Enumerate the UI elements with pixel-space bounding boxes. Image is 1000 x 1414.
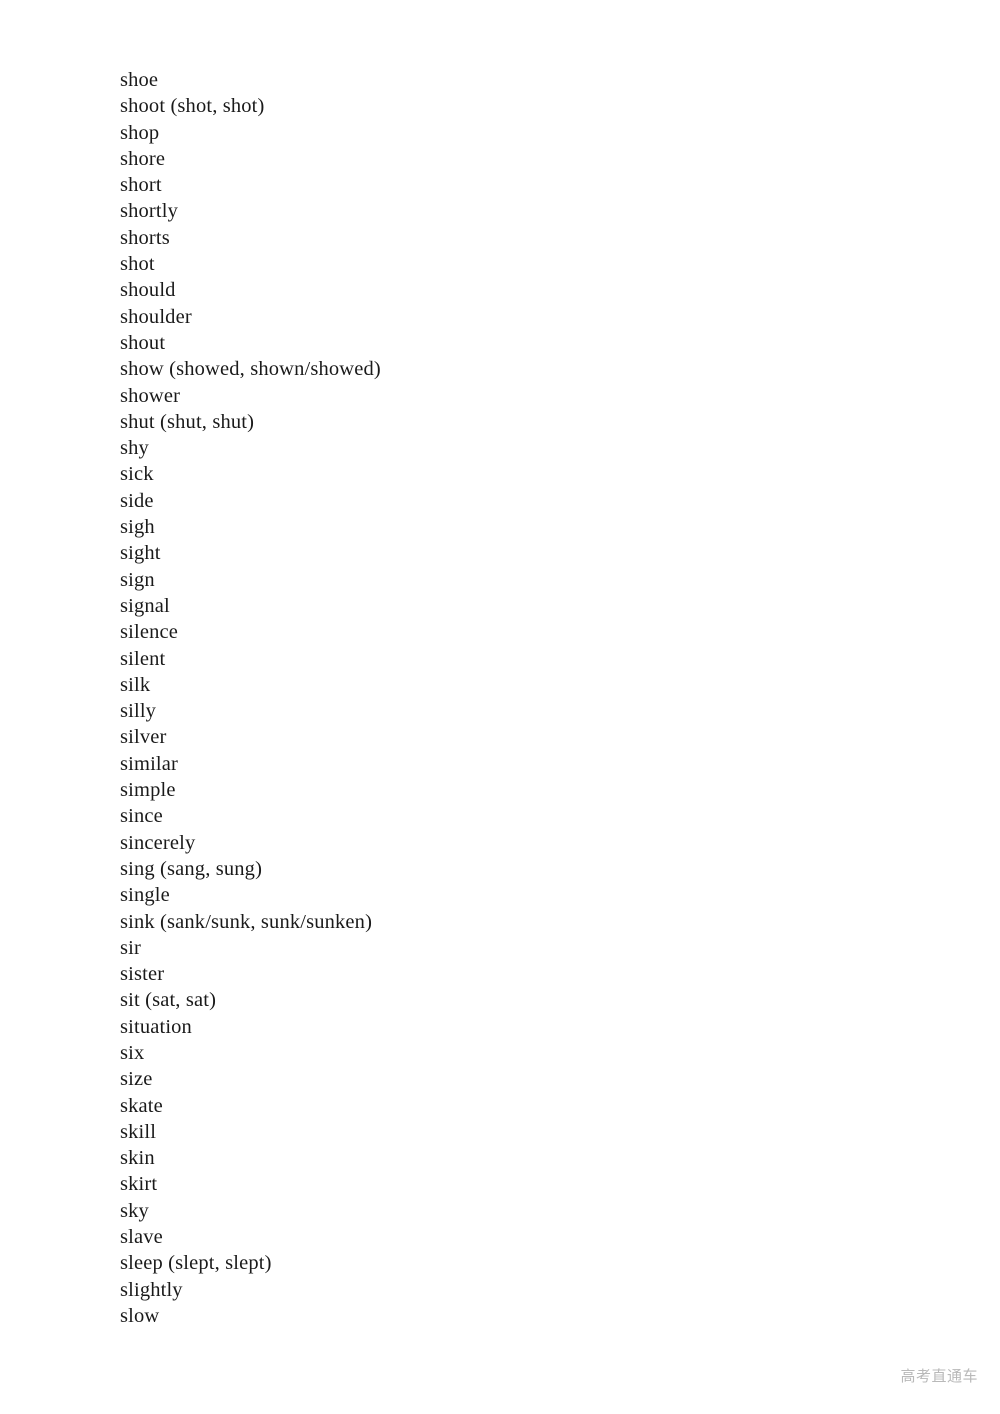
word-entry: shoulder [120,305,192,328]
word-entry: skin [120,1147,155,1170]
watermark-label: 高考直通车 [900,1367,978,1385]
word-entry: shut (shut, shut) [120,410,255,433]
word-entry: silver [120,726,167,749]
word-entry: slave [120,1226,163,1249]
word-entry: slightly [120,1278,183,1301]
word-entry: shoe [120,69,159,91]
word-entry: sincerely [120,831,196,854]
word-entry: should [120,279,176,302]
word-entry: shot [120,253,155,276]
word-entry: side [120,489,154,512]
word-entry: similar [120,752,178,775]
word-entry: sit (sat, sat) [120,989,217,1012]
word-entry: shoot (shot, shot) [120,95,265,118]
word-entry: shore [120,147,166,170]
word-entry: shower [120,384,181,407]
word-entry: silly [120,700,157,723]
word-entry: sing (sang, sung) [120,857,263,880]
word-entry: simple [120,779,176,802]
word-entry: shy [120,437,149,460]
word-entry: skate [120,1094,163,1117]
word-entry: shout [120,331,166,354]
word-entry: silence [120,621,178,644]
word-entry: sister [120,963,165,986]
word-entry: situation [120,1015,192,1038]
word-entry: shorts [120,226,170,249]
document-page: shoe shoot (shot, shot) shop shore short shor… [0,0,1000,1414]
word-entry: skirt [120,1173,158,1196]
word-entry: single [120,884,170,907]
word-entry: sleep (slept, slept) [120,1252,272,1275]
word-entry: size [120,1068,153,1091]
word-entry: sick [120,463,154,486]
word-entry: sigh [120,516,155,539]
word-entry: sink (sank/sunk, sunk/sunken) [120,910,373,933]
word-entry: slow [120,1304,160,1327]
word-entry: sky [120,1199,149,1222]
word-entry: silent [120,647,166,670]
vocabulary-word-list: shoe shoot (shot, shot) shop shore short shor… [120,67,880,1329]
word-entry: silk [120,673,151,696]
word-entry: short [120,174,162,197]
word-entry: shop [120,121,160,144]
word-entry: signal [120,594,170,617]
word-entry: sight [120,542,161,565]
word-entry: show (showed, shown/showed) [120,358,381,381]
word-entry: since [120,805,163,828]
word-entry: sign [120,568,155,591]
word-entry: skill [120,1120,157,1143]
word-entry: sir [120,936,141,959]
word-entry: six [120,1041,145,1064]
word-entry: shortly [120,200,178,223]
